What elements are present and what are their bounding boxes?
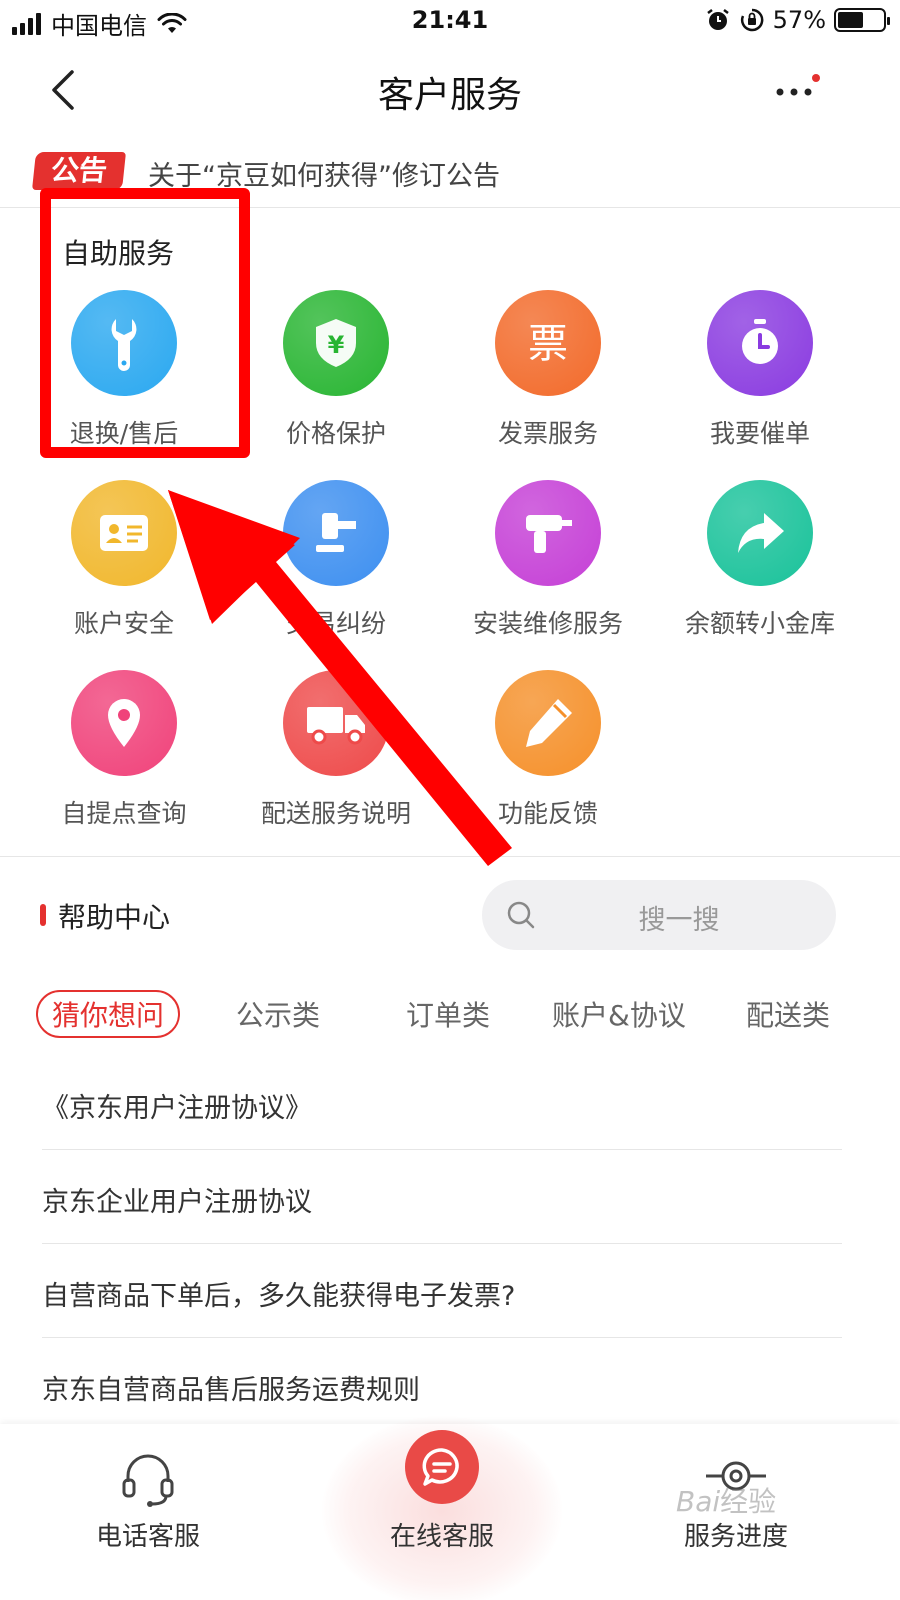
service-label: 安装维修服务 bbox=[472, 609, 623, 638]
service-item[interactable]: 功能反馈 bbox=[458, 670, 638, 850]
service-label: 功能反馈 bbox=[497, 799, 598, 828]
service-item[interactable]: 交易纠纷 bbox=[246, 480, 426, 660]
shield-yen-icon: ¥ bbox=[283, 290, 389, 396]
more-icon[interactable] bbox=[770, 72, 830, 108]
question-text: 自营商品下单后，多久能获得电子发票? bbox=[42, 1281, 516, 1312]
service-item[interactable]: 安装维修服务 bbox=[458, 480, 638, 660]
stopwatch-icon bbox=[707, 290, 813, 396]
phone-service-button[interactable]: 电话客服 bbox=[28, 1424, 268, 1600]
tab-account-agreement[interactable]: 账户&协议 bbox=[552, 994, 686, 1034]
tab-orders[interactable]: 订单类 bbox=[406, 994, 490, 1034]
page-title: 客户服务 bbox=[377, 75, 522, 116]
id-card-icon bbox=[71, 480, 177, 586]
svg-text:¥: ¥ bbox=[328, 331, 345, 359]
service-label: 我要催单 bbox=[709, 419, 810, 448]
service-label: 余额转小金库 bbox=[684, 609, 835, 638]
battery-fill bbox=[838, 12, 863, 28]
tab-public-notices[interactable]: 公示类 bbox=[236, 994, 320, 1034]
service-label: 价格保护 bbox=[285, 419, 386, 448]
question-text: 《京东用户注册协议》 bbox=[42, 1093, 312, 1124]
tab-guess-questions[interactable]: 猜你想问 bbox=[36, 990, 181, 1038]
location-pin-icon bbox=[71, 670, 177, 776]
service-label: 账户安全 bbox=[73, 609, 174, 638]
section-divider bbox=[0, 856, 900, 857]
annotation-highlight-box bbox=[40, 188, 250, 458]
pencil-icon bbox=[495, 670, 601, 776]
share-arrow-icon bbox=[707, 480, 813, 586]
service-item[interactable]: 票发票服务 bbox=[458, 290, 638, 470]
service-item[interactable]: ¥ 价格保护 bbox=[246, 290, 426, 470]
service-item[interactable]: 自提点查询 bbox=[34, 670, 214, 850]
rotation-lock-icon bbox=[740, 8, 764, 32]
online-service-button[interactable]: 在线客服 bbox=[322, 1424, 562, 1600]
drill-icon bbox=[495, 480, 601, 586]
battery-percent: 57% bbox=[772, 6, 826, 34]
question-item[interactable]: 京东企业用户注册协议 bbox=[42, 1150, 842, 1244]
gavel-icon bbox=[283, 480, 389, 586]
service-label: 配送服务说明 bbox=[260, 799, 411, 828]
service-label: 自提点查询 bbox=[61, 799, 187, 828]
question-item[interactable]: 自营商品下单后，多久能获得电子发票? bbox=[42, 1244, 842, 1338]
status-right: 57% bbox=[705, 6, 890, 34]
status-bar: 中国电信 21:41 57% bbox=[0, 0, 900, 44]
service-progress-label: 服务进度 bbox=[683, 1522, 788, 1552]
chat-bubble-icon bbox=[405, 1430, 479, 1504]
service-item[interactable]: 账户安全 bbox=[34, 480, 214, 660]
service-label: 发票服务 bbox=[497, 419, 598, 448]
tab-delivery[interactable]: 配送类 bbox=[746, 994, 830, 1034]
service-item[interactable]: 余额转小金库 bbox=[670, 480, 850, 660]
question-text: 京东企业用户注册协议 bbox=[42, 1187, 312, 1218]
search-placeholder: 搜一搜 bbox=[638, 905, 720, 936]
question-item[interactable]: 《京东用户注册协议》 bbox=[42, 1056, 842, 1150]
baidu-watermark: Bai经验 bbox=[676, 1485, 777, 1518]
online-service-label: 在线客服 bbox=[389, 1522, 494, 1552]
service-item[interactable]: 配送服务说明 bbox=[246, 670, 426, 850]
phone-service-label: 电话客服 bbox=[95, 1522, 200, 1552]
service-item[interactable]: 我要催单 bbox=[670, 290, 850, 470]
truck-icon bbox=[283, 670, 389, 776]
battery-icon bbox=[834, 8, 890, 32]
nav-bar: 客户服务 bbox=[0, 50, 900, 130]
help-center-title: 帮助中心 bbox=[58, 901, 171, 934]
headset-icon bbox=[122, 1454, 174, 1507]
service-label: 交易纠纷 bbox=[285, 609, 386, 638]
help-center-marker bbox=[40, 904, 46, 926]
invoice-icon: 票 bbox=[495, 290, 601, 396]
search-input[interactable]: 搜一搜 bbox=[482, 880, 836, 950]
svg-text:票: 票 bbox=[528, 321, 568, 367]
alarm-icon bbox=[706, 9, 729, 30]
question-text: 京东自营商品售后服务运费规则 bbox=[42, 1375, 420, 1406]
announcement-badge: 公告 bbox=[32, 152, 126, 190]
